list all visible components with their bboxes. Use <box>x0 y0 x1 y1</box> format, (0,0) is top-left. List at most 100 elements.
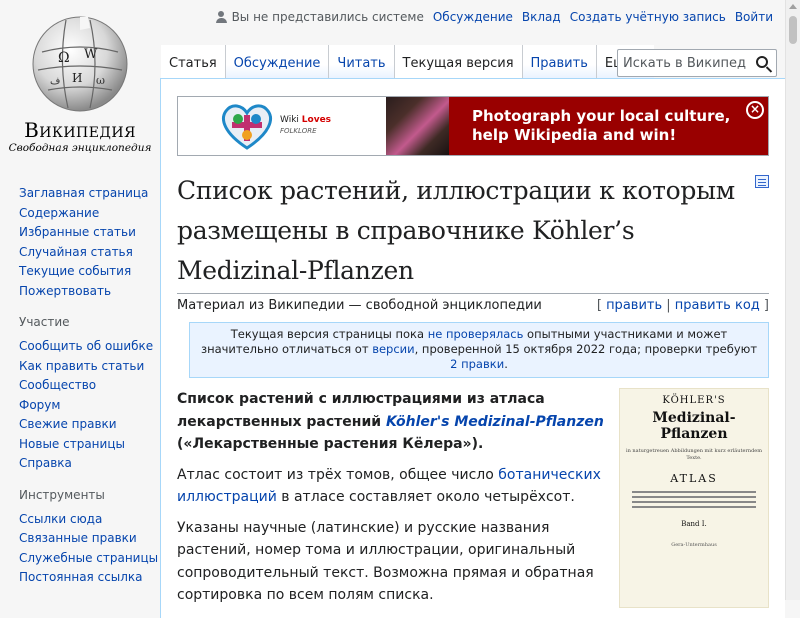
tab-edit-label: Править <box>530 56 588 71</box>
article-body: Список растений с иллюстрациями из атлас… <box>177 388 769 608</box>
sidebar-item-related-changes[interactable]: Связанные правки <box>19 531 137 545</box>
sidebar-item-report-error[interactable]: Сообщить об ошибке <box>19 339 153 353</box>
notice-text-1: Текущая версия страницы пока <box>230 327 428 341</box>
sidebar-item-donate[interactable]: Пожертвовать <box>19 284 111 298</box>
personal-talk-link[interactable]: Обсуждение <box>433 10 513 24</box>
banner-photo <box>386 97 449 155</box>
notice-text-3: , проверенной 15 октября 2022 года; пров… <box>414 342 758 356</box>
lead-text-2: («Лекарственные растения Кёлера»). <box>177 436 484 452</box>
banner-logo-loves: Loves <box>301 115 332 125</box>
paragraph-volumes-text-2: в атласе составляет около четырёхсот. <box>276 489 575 505</box>
sidebar-item-random[interactable]: Случайная статья <box>19 245 133 259</box>
tab-article-label: Статья <box>169 56 217 71</box>
scrollbar-thumb[interactable] <box>789 16 797 44</box>
page-info-icon[interactable] <box>755 175 769 188</box>
sidebar-item-help[interactable]: Справка <box>19 456 72 470</box>
page-title-text: Список растений, иллюстрации к которым р… <box>177 176 735 285</box>
edit-links-separator: | <box>662 298 675 313</box>
sidebar-heading-tools: Инструменты <box>19 487 105 502</box>
search-input[interactable] <box>618 55 746 71</box>
sidebar-item-what-links-here[interactable]: Ссылки сюда <box>19 512 102 526</box>
login-link[interactable]: Войти <box>735 10 773 24</box>
edit-source-link[interactable]: править код <box>675 298 760 313</box>
logo-wordmark: Википедия <box>24 118 136 142</box>
search-box <box>617 49 777 77</box>
tab-read[interactable]: Читать <box>329 45 395 78</box>
tab-edit[interactable]: Править <box>522 45 597 78</box>
tab-read-label: Читать <box>337 56 386 71</box>
tab-talk-label: Обсуждение <box>233 56 321 71</box>
sidebar-item-permanent-link[interactable]: Постоянная ссылка <box>19 570 143 584</box>
svg-text:ف: ف <box>50 76 60 87</box>
personal-toolbar: Вы не представились системе Обсуждение В… <box>215 10 773 24</box>
scroll-up-arrow-icon[interactable] <box>789 4 797 9</box>
thumb-line-4: ATLAS <box>670 472 718 485</box>
campaign-banner[interactable]: Wiki Loves FOLKLORE Photograph your loca… <box>177 96 769 156</box>
logo-tagline: Свободная энциклопедия <box>8 142 152 154</box>
sidebar: Заглавная страница Содержание Избранные … <box>0 180 160 602</box>
lead-atlas-link[interactable]: Köhler's Medizinal-Pflanzen <box>386 414 604 430</box>
thumb-line-5: Band I. <box>681 520 707 528</box>
anon-status-text: Вы не представились системе <box>231 10 424 24</box>
lead-paragraph: Список растений с иллюстрациями из атлас… <box>177 388 609 456</box>
thumb-line-3: in naturgetreuen Abbildungen mit kurz er… <box>626 448 762 461</box>
tab-talk[interactable]: Обсуждение <box>225 45 330 78</box>
notice-link-unreviewed[interactable]: не проверялась <box>428 327 524 341</box>
review-notice: Текущая версия страницы пока не проверял… <box>189 322 769 378</box>
svg-text:И: И <box>72 71 82 85</box>
notice-link-version[interactable]: версии <box>372 342 414 356</box>
personal-contributions-link[interactable]: Вклад <box>522 10 561 24</box>
banner-logo: Wiki Loves FOLKLORE <box>178 97 386 155</box>
atlas-title-page-image[interactable]: KÖHLER'S Medizinal-Pflanzen in naturgetr… <box>619 388 769 608</box>
banner-cta[interactable]: Photograph your local culture, help Wiki… <box>449 97 768 155</box>
thumb-line-2: Medizinal-Pflanzen <box>652 410 736 442</box>
paragraph-volumes-text-1: Атлас состоит из трёх томов, общее число <box>177 466 499 483</box>
sidebar-participation: Участие Сообщить об ошибке Как править с… <box>0 315 160 474</box>
puzzle-globe-icon: Ω W И ف ω <box>32 16 128 112</box>
sidebar-item-community[interactable]: Сообщество <box>19 378 96 392</box>
main-content: Wiki Loves FOLKLORE Photograph your loca… <box>160 78 785 618</box>
page-scrollbar[interactable] <box>785 0 800 600</box>
create-account-link[interactable]: Создать учётную запись <box>570 10 726 24</box>
sidebar-item-new-pages[interactable]: Новые страницы <box>19 437 125 451</box>
page-title: Список растений, иллюстрации к которым р… <box>177 171 769 294</box>
wikipedia-logo[interactable]: Ω W И ف ω Википедия Свободная энциклопед… <box>0 12 160 154</box>
notice-link-pending-edits[interactable]: 2 правки <box>450 357 504 371</box>
banner-logo-wiki: Wiki <box>280 115 299 125</box>
paragraph-names: Указаны научные (латинские) и русские на… <box>177 519 594 604</box>
sidebar-tools: Инструменты Ссылки сюда Связанные правки… <box>0 488 160 588</box>
edit-links: [ править | править код ] <box>597 298 769 313</box>
tab-current-version-label: Текущая версия <box>402 56 514 71</box>
page-tabs: Статья Обсуждение Читать Текущая версия … <box>161 45 655 78</box>
svg-text:Ω: Ω <box>58 50 70 66</box>
sidebar-item-forum[interactable]: Форум <box>19 398 60 412</box>
wiki-loves-folklore-heart-icon <box>222 104 272 150</box>
tab-current-version[interactable]: Текущая версия <box>394 45 523 78</box>
notice-text-4: . <box>504 357 508 371</box>
edit-link[interactable]: править <box>606 298 662 313</box>
sidebar-navigation: Заглавная страница Содержание Избранные … <box>0 184 160 301</box>
sidebar-item-how-to-edit[interactable]: Как править статьи <box>19 359 144 373</box>
subtitle-row: Материал из Википедии — свободной энцикл… <box>177 298 769 313</box>
sidebar-item-contents[interactable]: Содержание <box>19 206 99 220</box>
close-icon[interactable]: × <box>746 101 764 119</box>
sidebar-item-main-page[interactable]: Заглавная страница <box>19 186 148 200</box>
edit-links-close: ] <box>759 298 769 313</box>
sidebar-item-current-events[interactable]: Текущие события <box>19 264 131 278</box>
lead-atlas-link-text: Köhler's Medizinal-Pflanzen <box>385 413 604 430</box>
search-icon[interactable] <box>756 56 768 68</box>
tab-article[interactable]: Статья <box>161 45 226 78</box>
thumb-fine-print <box>632 491 756 508</box>
thumb-line-1: KÖHLER'S <box>662 395 726 406</box>
svg-text:ω: ω <box>96 74 105 87</box>
user-icon <box>215 11 227 23</box>
svg-text:W: W <box>84 47 98 62</box>
edit-links-open: [ <box>596 298 607 313</box>
sidebar-heading-participation: Участие <box>19 315 70 329</box>
sidebar-item-featured[interactable]: Избранные статьи <box>19 225 136 239</box>
paragraph-volumes: Атлас состоит из трёх томов, общее число… <box>177 464 609 509</box>
sidebar-item-special-pages[interactable]: Служебные страницы <box>19 551 158 565</box>
anon-status: Вы не представились системе <box>215 10 424 24</box>
sidebar-item-recent-changes[interactable]: Свежие правки <box>19 417 117 431</box>
banner-logo-folklore: FOLKLORE <box>280 127 317 135</box>
